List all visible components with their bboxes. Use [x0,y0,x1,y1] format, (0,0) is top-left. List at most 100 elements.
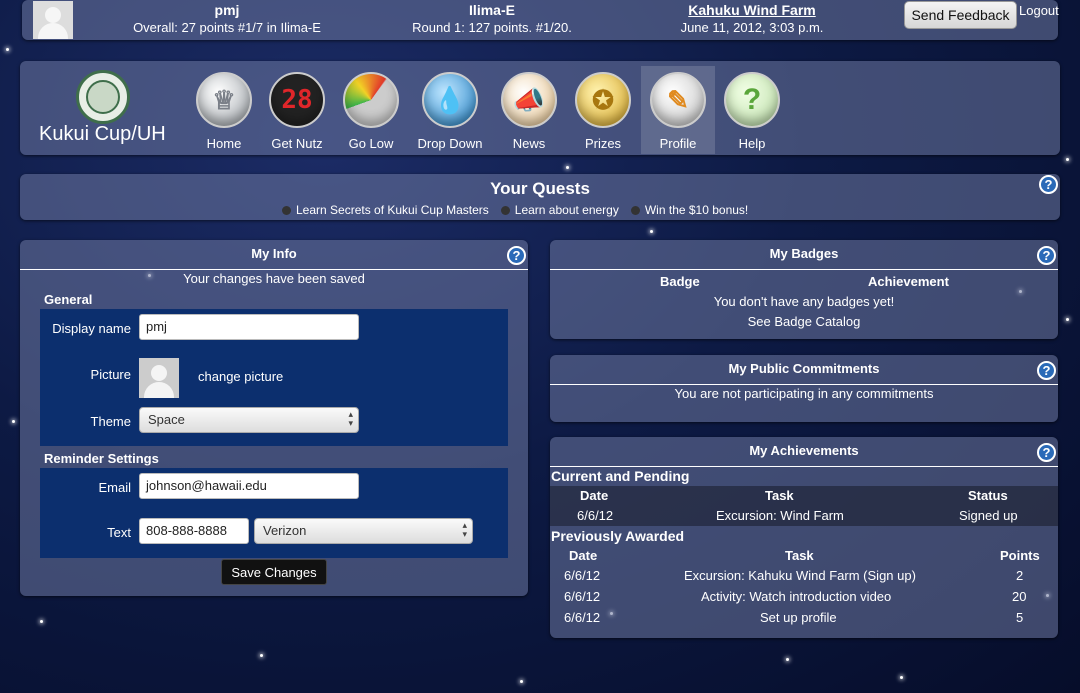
brand-title: Kukui Cup/UH [39,123,166,145]
carrier-select[interactable]: Verizon ▴ ▾ [254,518,473,544]
overall-score: Overall: 27 points #1/7 in Ilima-E [133,20,321,35]
display-name-input[interactable]: pmj [139,314,359,340]
commitments-panel: My Public Commitments ? You are not part… [550,355,1058,422]
my-badges-panel: My Badges ? Badge Achievement You don't … [550,240,1058,339]
logout-link[interactable]: Logout [1019,3,1059,18]
medal-icon: ✪ [575,72,631,128]
help-icon[interactable]: ? [1037,361,1056,380]
round-score: Round 1: 127 points. #1/20. [412,20,572,35]
theme-value: Space [148,412,185,427]
nav-drop-down[interactable]: 💧 Drop Down [413,66,487,154]
quest-item[interactable]: Learn about energy [500,203,619,217]
task-cell: Set up profile [760,610,837,625]
nav-label: Go Low [348,136,394,151]
star [520,680,523,683]
quests-panel: Your Quests ? Learn Secrets of Kukui Cup… [20,174,1060,220]
achievement-column-header: Achievement [868,274,949,289]
megaphone-icon: 📣 [501,72,557,128]
help-icon[interactable]: ? [1037,246,1056,265]
points-cell: 20 [1012,589,1027,604]
panel-title: My Badges [550,240,1058,270]
nav-prizes[interactable]: ✪ Prizes [566,66,640,154]
quest-item[interactable]: Win the $10 bonus! [630,203,748,217]
nav-help[interactable]: ? Help [715,66,789,154]
star [40,620,43,623]
table-row: 6/6/12 Activity: Watch introduction vide… [550,589,1058,609]
nav-get-nutz[interactable]: 28 Get Nutz [260,66,334,154]
change-picture-link[interactable]: change picture [198,369,283,384]
save-changes-button[interactable]: Save Changes [221,559,327,585]
uh-seal-icon [76,70,130,124]
nav-profile[interactable]: ✎ Profile [641,66,715,154]
water-drop-icon: 💧 [422,72,478,128]
help-icon[interactable]: ? [1039,175,1058,194]
theme-label: Theme [90,414,131,429]
date-cell: 6/6/12 [564,610,601,625]
badge-column-header: Badge [660,274,700,289]
achievements-panel: My Achievements ? Current and Pending Da… [550,437,1058,638]
profile-picture [139,358,179,398]
star [6,48,9,51]
quest-item[interactable]: Learn Secrets of Kukui Cup Masters [282,203,489,217]
general-section: Display name pmj Picture change picture … [40,309,508,446]
carrier-value: Verizon [263,523,307,538]
text-label: Text [107,525,131,540]
column-header: Task [785,548,814,563]
send-feedback-button[interactable]: Send Feedback [904,1,1017,29]
general-heading: General [44,292,93,307]
nav-label: Help [738,136,766,151]
nav-news[interactable]: 📣 News [492,66,566,154]
select-arrows-icon: ▴ ▾ [348,409,353,428]
event-link[interactable]: Kahuku Wind Farm [688,2,815,18]
next-event: Kahuku Wind Farm June 11, 2012, 3:03 p.m… [662,2,842,36]
my-info-panel: My Info ? Your changes have been saved G… [20,240,528,596]
nav-label: Get Nutz [271,136,323,151]
avatar[interactable] [33,1,73,39]
no-badges-message: You don't have any badges yet! [713,294,895,309]
nav-label: Home [206,136,242,151]
email-input[interactable]: johnson@hawaii.edu [139,473,359,499]
table-row: 6/6/12 Excursion: Wind Farm Signed up [550,508,1058,528]
help-icon[interactable]: ? [507,246,526,265]
star [566,166,569,169]
points-cell: 2 [1016,568,1024,583]
theme-select[interactable]: Space ▴ ▾ [139,407,359,433]
date-cell: 6/6/12 [577,508,614,523]
picture-label: Picture [90,367,131,382]
quest-list: Learn Secrets of Kukui Cup Masters Learn… [282,203,748,217]
star [786,658,789,661]
quests-title: Your Quests [490,179,590,198]
select-arrows-icon: ▴ ▾ [462,520,467,539]
star [1066,158,1069,161]
header-bar: pmj Overall: 27 points #1/7 in Ilima-E I… [22,0,1058,40]
previous-heading: Previously Awarded [551,528,685,544]
trophy-icon: ♕ [196,72,252,128]
task-cell: Activity: Watch introduction video [701,589,892,604]
panel-title: My Public Commitments [550,355,1058,385]
nav-label: Drop Down [417,136,483,151]
nav-home[interactable]: ♕ Home [187,66,261,154]
date-cell: 6/6/12 [564,568,601,583]
phone-input[interactable]: 808-888-8888 [139,518,249,544]
help-icon[interactable]: ? [1037,443,1056,462]
team-name: Ilima-E [469,2,515,18]
nav-go-low[interactable]: Go Low [334,66,408,154]
nav-label: Profile [659,136,697,151]
question-icon: ? [724,72,780,128]
display-name-label: Display name [52,321,131,336]
user-summary: pmj Overall: 27 points #1/7 in Ilima-E [122,2,332,36]
table-row: 6/6/12 Excursion: Kahuku Wind Farm (Sign… [550,568,1058,588]
badge-catalog-link[interactable]: See Badge Catalog [550,314,1058,329]
reminder-heading: Reminder Settings [44,451,159,466]
clipboard-icon: ✎ [650,72,706,128]
table-row: 6/6/12 Set up profile 5 [550,610,1058,630]
reminder-section: Email johnson@hawaii.edu Text 808-888-88… [40,468,508,558]
points-cell: 5 [1016,610,1024,625]
column-header: Date [580,488,609,503]
gauge-icon [343,72,399,128]
star [900,676,903,679]
column-header: Date [569,548,598,563]
email-label: Email [98,480,131,495]
scoreboard-icon: 28 [269,72,325,128]
star [1066,318,1069,321]
